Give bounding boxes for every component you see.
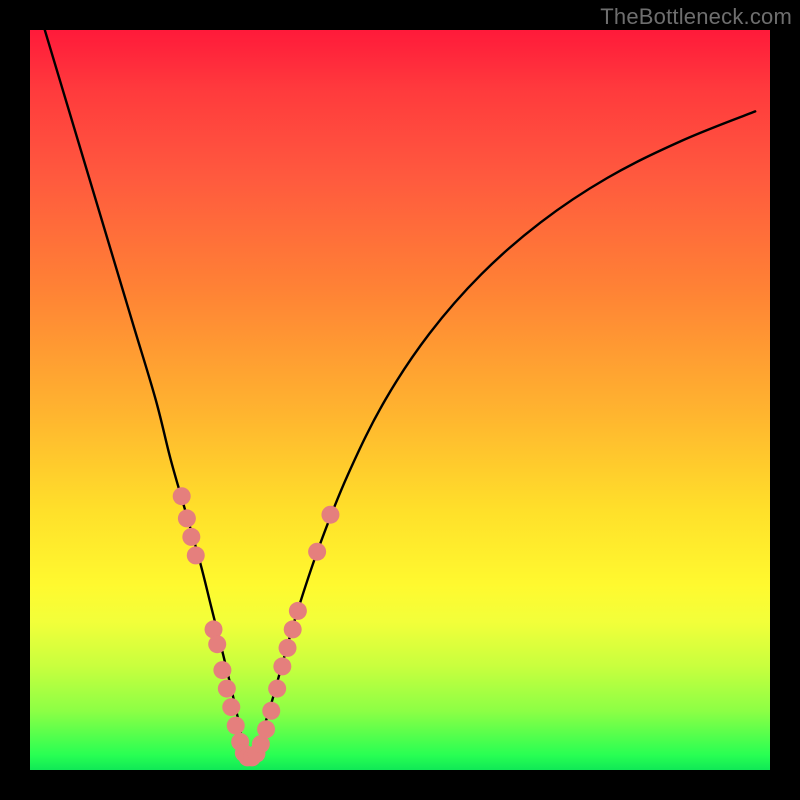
data-marker [222,698,240,716]
data-marker [273,657,291,675]
watermark-text: TheBottleneck.com [600,4,792,30]
data-marker [218,680,236,698]
data-marker [284,620,302,638]
data-marker [289,602,307,620]
data-marker [308,543,326,561]
data-marker [178,509,196,527]
data-marker [208,635,226,653]
data-marker [227,717,245,735]
data-marker [213,661,231,679]
chart-frame: TheBottleneck.com [0,0,800,800]
data-marker [257,720,275,738]
markers-layer [173,487,340,766]
data-marker [262,702,280,720]
data-marker [173,487,191,505]
curve-layer [45,30,755,760]
data-marker [182,528,200,546]
data-marker [268,680,286,698]
data-marker [279,639,297,657]
data-marker [321,506,339,524]
plot-area [30,30,770,770]
data-marker [187,546,205,564]
chart-svg [30,30,770,770]
bottleneck-curve [45,30,755,760]
